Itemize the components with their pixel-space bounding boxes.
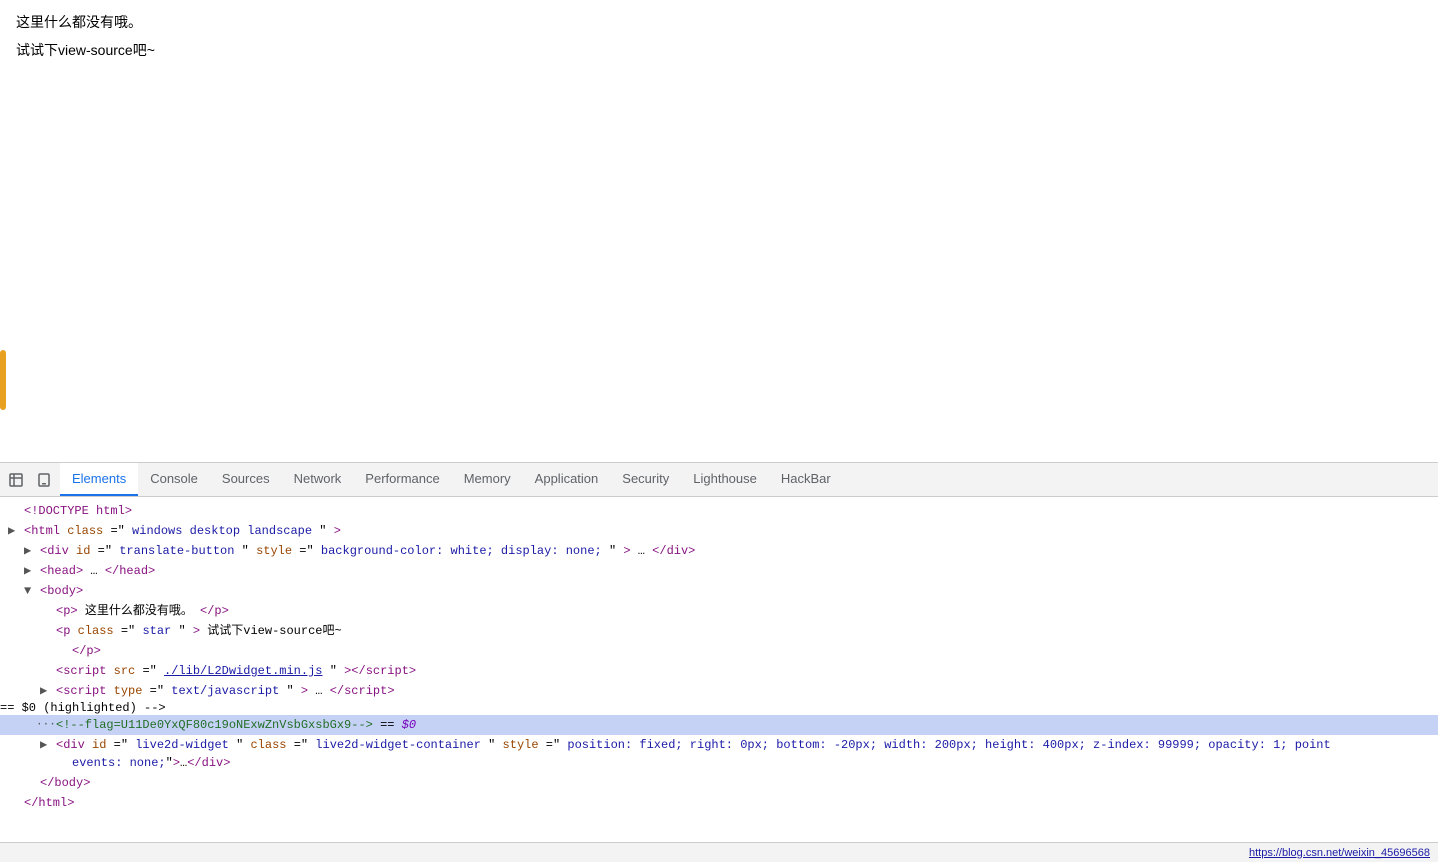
- line-translate-button: ▶ <div id =" translate-button " style ="…: [0, 541, 1438, 561]
- tab-security[interactable]: Security: [610, 463, 681, 496]
- status-bar: https://blog.csn.net/weixin_45696568: [0, 842, 1438, 862]
- line-p2-open: <p class =" star " > 试试下view-source吧~: [0, 621, 1438, 641]
- tab-network[interactable]: Network: [282, 463, 354, 496]
- tab-elements[interactable]: Elements: [60, 463, 138, 496]
- devtools-toolbar: Elements Console Sources Network Perform…: [0, 463, 1438, 497]
- inspector-icon[interactable]: [4, 468, 28, 492]
- line-p1: <p> 这里什么都没有哦。 </p>: [0, 601, 1438, 621]
- tab-performance[interactable]: Performance: [353, 463, 451, 496]
- line-html-open: ▶ <html class =" windows desktop landsca…: [0, 521, 1438, 541]
- line-doctype: <!DOCTYPE html>: [0, 501, 1438, 521]
- page-line1: 这里什么都没有哦。: [16, 12, 1422, 32]
- status-url-link[interactable]: https://blog.csn.net/weixin_45696568: [1249, 847, 1430, 859]
- line-script2: ▶ <script type =" text/javascript " > … …: [0, 681, 1438, 701]
- tab-hackbar[interactable]: HackBar: [769, 463, 843, 496]
- line-html-close: </html>: [0, 793, 1438, 813]
- line-p2-close: </p>: [0, 641, 1438, 661]
- devtools-tabs: Elements Console Sources Network Perform…: [60, 463, 1434, 496]
- devtools-content[interactable]: <!DOCTYPE html> ▶ <html class =" windows…: [0, 497, 1438, 842]
- tab-console[interactable]: Console: [138, 463, 210, 496]
- tab-application[interactable]: Application: [523, 463, 611, 496]
- tab-sources[interactable]: Sources: [210, 463, 282, 496]
- line-comment-flag[interactable]: ··· <!--flag=U11De0YxQF80c19oNExwZnVsbGx…: [0, 715, 1438, 735]
- line-live2d: ▶ <div id =" live2d-widget " class =" li…: [0, 735, 1438, 773]
- line-body-open: ▼ <body>: [0, 581, 1438, 601]
- line-head: ▶ <head> … </head>: [0, 561, 1438, 581]
- tab-lighthouse[interactable]: Lighthouse: [681, 463, 769, 496]
- tab-memory[interactable]: Memory: [452, 463, 523, 496]
- line-script1: <script src =" ./lib/L2Dwidget.min.js " …: [0, 661, 1438, 681]
- device-icon[interactable]: [32, 468, 56, 492]
- devtools-panel: Elements Console Sources Network Perform…: [0, 462, 1438, 862]
- scroll-indicator: [0, 350, 6, 410]
- page-line2: 试试下view-source吧~: [16, 40, 1422, 60]
- page-content: 这里什么都没有哦。 试试下view-source吧~: [0, 0, 1438, 430]
- line-body-close: </body>: [0, 773, 1438, 793]
